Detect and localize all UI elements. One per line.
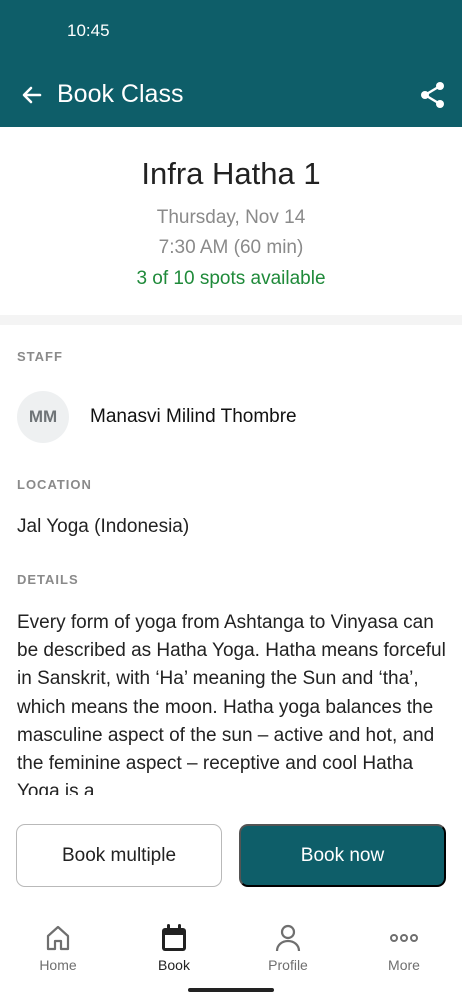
avatar: MM <box>17 391 69 443</box>
book-now-button[interactable]: Book now <box>239 824 446 887</box>
page-title: Book Class <box>57 80 184 108</box>
back-button[interactable] <box>18 81 46 109</box>
calendar-icon <box>162 924 186 951</box>
details-text: Every form of yoga from Ashtanga to Viny… <box>17 612 446 795</box>
spots-available: 3 of 10 spots available <box>136 268 326 289</box>
status-time: 10:45 <box>67 21 110 40</box>
staff-name: Manasvi Milind Thombre <box>90 406 297 427</box>
class-name: Infra Hatha 1 <box>141 156 321 191</box>
nav-item-more[interactable]: More <box>346 923 462 973</box>
share-icon <box>421 82 444 108</box>
nav-label-home: Home <box>39 957 77 973</box>
person-icon <box>275 924 301 952</box>
section-divider <box>0 315 462 325</box>
action-bar: Book multiple Book now <box>0 795 462 903</box>
class-time: 7:30 AM (60 min) <box>158 237 304 258</box>
more-dots-icon <box>390 934 418 942</box>
status-bar: 10:45 <box>0 0 462 60</box>
nav-item-profile[interactable]: Profile <box>230 923 346 973</box>
nav-item-home[interactable]: Home <box>0 923 116 973</box>
bottom-nav: Home Book Profile More <box>0 903 462 1000</box>
nav-label-more: More <box>388 957 420 973</box>
book-multiple-button[interactable]: Book multiple <box>16 824 222 887</box>
nav-label-profile: Profile <box>268 957 308 973</box>
share-button[interactable] <box>418 80 448 110</box>
nav-item-book[interactable]: Book <box>116 923 232 973</box>
staff-section-label: STAFF <box>17 349 63 364</box>
location-section-label: LOCATION <box>17 477 92 492</box>
staff-row[interactable]: MM Manasvi Milind Thombre <box>17 391 447 443</box>
home-icon <box>46 925 70 951</box>
arrow-left-icon <box>22 86 42 104</box>
details-section-label: DETAILS <box>17 572 79 587</box>
class-header: Infra Hatha 1 Thursday, Nov 14 7:30 AM (… <box>0 127 462 315</box>
location-value: Jal Yoga (Indonesia) <box>17 516 190 537</box>
nav-label-book: Book <box>158 957 190 973</box>
class-date: Thursday, Nov 14 <box>156 207 306 228</box>
app-bar: Book Class <box>0 60 462 127</box>
home-indicator <box>188 988 274 992</box>
